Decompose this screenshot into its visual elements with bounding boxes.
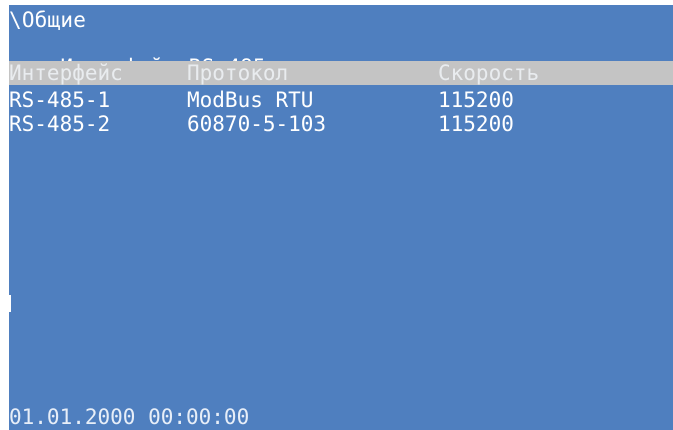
row-interface: RS-485-1 xyxy=(9,88,111,112)
row-protocol: ModBus RTU xyxy=(187,88,314,112)
column-header-protocol: Протокол xyxy=(187,61,289,85)
column-header-speed: Скорость xyxy=(438,61,540,85)
column-header-interface: Интерфейс xyxy=(9,61,123,85)
breadcrumb: \Общие xyxy=(9,8,87,32)
row-protocol: 60870-5-103 xyxy=(187,112,327,136)
row-interface: RS-485-2 xyxy=(9,112,111,136)
screen-edge-mark xyxy=(9,295,11,312)
row-speed: 115200 xyxy=(438,88,514,112)
table-header-row: Интерфейс Протокол Скорость xyxy=(9,61,673,85)
datetime-status: 01.01.2000 00:00:00 xyxy=(9,405,250,429)
table-row[interactable]: RS-485-2 60870-5-103 115200 xyxy=(9,112,673,136)
table-row[interactable]: RS-485-1 ModBus RTU 115200 xyxy=(9,88,673,112)
row-speed: 115200 xyxy=(438,112,514,136)
device-display-screen: \Общие Интерфейс:RS-485 Интерфейс Проток… xyxy=(9,5,673,430)
